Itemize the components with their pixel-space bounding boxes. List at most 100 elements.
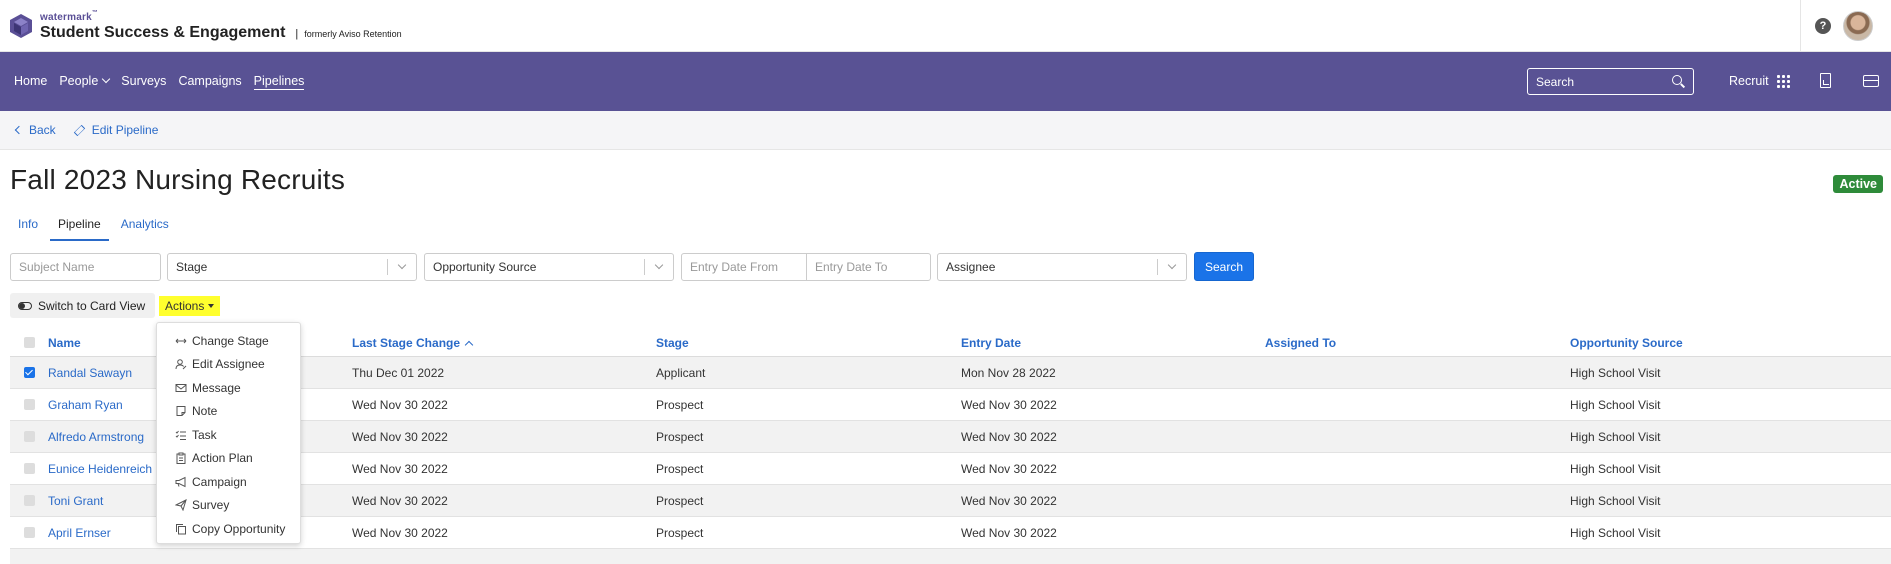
nav-home[interactable]: Home <box>14 74 47 90</box>
menu-item-survey[interactable]: Survey <box>157 494 300 518</box>
filter-bar: Subject Name Stage Opportunity Source En… <box>10 252 1255 281</box>
switch-to-card-view-button[interactable]: Switch to Card View <box>10 293 156 318</box>
row-entry-date: Mon Nov 28 2022 <box>961 365 1056 380</box>
search-placeholder: Search <box>1536 74 1575 89</box>
menu-item-campaign[interactable]: Campaign <box>157 470 300 494</box>
opportunity-source-select[interactable]: Opportunity Source <box>424 252 674 281</box>
nav-campaigns[interactable]: Campaigns <box>178 74 241 90</box>
row-checkbox[interactable] <box>24 463 35 474</box>
checklist-icon <box>175 430 186 440</box>
tab-pipeline[interactable]: Pipeline <box>50 214 109 241</box>
entry-date-from-input[interactable]: Entry Date From <box>682 254 806 280</box>
copy-icon <box>176 523 186 535</box>
stage-select-value: Stage <box>176 259 208 274</box>
user-edit-icon <box>175 359 187 370</box>
col-entry-date-header[interactable]: Entry Date <box>961 336 1021 350</box>
menu-item-label: Campaign <box>192 474 247 489</box>
search-input[interactable]: Search <box>1527 68 1694 95</box>
row-checkbox[interactable] <box>24 431 35 442</box>
row-checkbox[interactable] <box>24 495 35 506</box>
row-opportunity-source: High School Visit <box>1570 493 1661 508</box>
menu-item-label: Message <box>192 380 241 395</box>
col-stage-header[interactable]: Stage <box>656 336 689 350</box>
row-stage: Applicant <box>656 365 706 380</box>
row-opportunity-source: High School Visit <box>1570 397 1661 412</box>
menu-item-change-stage[interactable]: Change Stage <box>157 329 300 353</box>
menu-item-task[interactable]: Task <box>157 423 300 447</box>
back-button[interactable]: Back <box>14 123 56 137</box>
tab-analytics[interactable]: Analytics <box>113 214 177 241</box>
nav-people[interactable]: People <box>59 73 111 90</box>
row-name-link[interactable]: Graham Ryan <box>48 398 123 412</box>
col-last-stage-change-label: Last Stage Change <box>352 335 461 350</box>
col-last-stage-change-header[interactable]: Last Stage Change <box>352 335 474 350</box>
sub-nav: Back Edit Pipeline <box>0 111 1891 150</box>
edit-pipeline-label: Edit Pipeline <box>91 123 159 137</box>
col-assigned-to-header[interactable]: Assigned To <box>1265 336 1336 350</box>
row-entry-date: Wed Nov 30 2022 <box>961 493 1057 508</box>
menu-item-edit-assignee[interactable]: Edit Assignee <box>157 353 300 377</box>
row-name-link[interactable]: April Ernser <box>48 526 111 540</box>
row-checkbox[interactable] <box>24 399 35 410</box>
report-document-icon[interactable] <box>1820 73 1831 88</box>
edit-pipeline-button[interactable]: Edit Pipeline <box>73 123 159 137</box>
row-opportunity-source: High School Visit <box>1570 525 1661 540</box>
tab-info[interactable]: Info <box>10 214 46 241</box>
row-checkbox[interactable] <box>24 367 35 378</box>
row-last-stage-change: Wed Nov 30 2022 <box>352 461 448 476</box>
avatar[interactable] <box>1843 11 1873 41</box>
row-name-link[interactable]: Randal Sawayn <box>48 366 132 380</box>
app-switcher-recruit[interactable]: Recruit <box>1729 74 1790 88</box>
menu-item-label: Note <box>192 404 218 419</box>
row-opportunity-source: High School Visit <box>1570 461 1661 476</box>
clipboard-icon <box>176 452 186 465</box>
row-last-stage-change: Wed Nov 30 2022 <box>352 429 448 444</box>
assignee-select-value: Assignee <box>946 259 996 274</box>
toggle-icon <box>18 301 32 310</box>
menu-item-label: Edit Assignee <box>192 357 265 372</box>
chevron-down-icon <box>1167 260 1177 269</box>
stage-select[interactable]: Stage <box>167 252 417 281</box>
nav-surveys[interactable]: Surveys <box>121 74 166 90</box>
menu-item-label: Change Stage <box>192 333 269 348</box>
nav-people-label: People <box>59 73 99 88</box>
menu-item-copy-opportunity[interactable]: Copy Opportunity <box>157 517 300 541</box>
row-opportunity-source: High School Visit <box>1570 365 1661 380</box>
search-icon[interactable] <box>1672 75 1685 88</box>
menu-item-message[interactable]: Message <box>157 376 300 400</box>
row-name-link[interactable]: Alfredo Armstrong <box>48 430 144 444</box>
help-icon[interactable]: ? <box>1815 18 1831 34</box>
row-opportunity-source: High School Visit <box>1570 429 1661 444</box>
row-checkbox[interactable] <box>24 527 35 538</box>
menu-item-action-plan[interactable]: Action Plan <box>157 447 300 471</box>
inbox-icon[interactable] <box>1863 75 1879 87</box>
opportunity-source-value: Opportunity Source <box>433 259 537 274</box>
select-all-checkbox[interactable] <box>24 337 35 348</box>
row-stage: Prospect <box>656 525 704 540</box>
subject-name-input[interactable]: Subject Name <box>10 252 161 281</box>
entry-date-range: Entry Date From Entry Date To <box>681 252 931 281</box>
megaphone-icon <box>175 476 186 488</box>
header-divider <box>1800 0 1801 52</box>
chevron-down-icon <box>654 260 664 269</box>
entry-date-to-input[interactable]: Entry Date To <box>806 253 930 280</box>
tab-bar: Info Pipeline Analytics <box>10 214 181 241</box>
brand-text: watermark™ Student Success & Engagement … <box>40 10 402 41</box>
row-last-stage-change: Wed Nov 30 2022 <box>352 397 448 412</box>
row-stage: Prospect <box>656 493 704 508</box>
search-button[interactable]: Search <box>1194 252 1255 281</box>
brand[interactable]: watermark™ Student Success & Engagement … <box>0 10 402 41</box>
col-name-header[interactable]: Name <box>48 336 81 350</box>
row-name-link[interactable]: Eunice Heidenreich <box>48 462 152 476</box>
row-stage: Prospect <box>656 461 704 476</box>
assignee-select[interactable]: Assignee <box>937 252 1187 281</box>
col-opportunity-source-header[interactable]: Opportunity Source <box>1570 336 1683 350</box>
actions-button[interactable]: Actions <box>159 296 221 316</box>
row-last-stage-change: Wed Nov 30 2022 <box>352 525 448 540</box>
menu-item-note[interactable]: Note <box>157 400 300 424</box>
envelope-icon <box>175 383 187 392</box>
actions-label: Actions <box>165 299 205 313</box>
chevron-down-icon <box>102 74 111 83</box>
nav-pipelines[interactable]: Pipelines <box>253 74 305 90</box>
row-name-link[interactable]: Toni Grant <box>48 494 103 508</box>
